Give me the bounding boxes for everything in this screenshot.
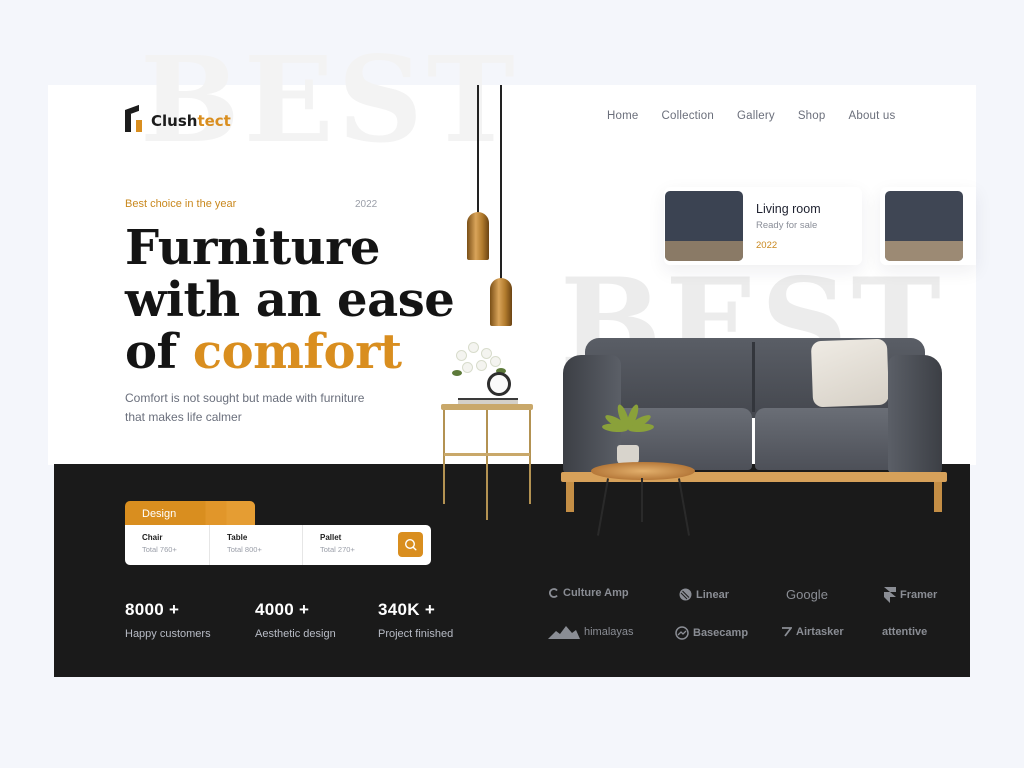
category-chair[interactable]: Chair Total 760+ (125, 525, 210, 565)
sofa-arm-right (888, 355, 942, 473)
tab-design[interactable]: Design (125, 501, 255, 527)
partner-name: himalayas (584, 626, 634, 638)
linear-icon (679, 588, 692, 601)
brand-name-main: Clush (151, 112, 198, 130)
logo-mark-icon (125, 104, 143, 132)
stat-aesthetic-design: 4000 + Aesthetic design (255, 600, 336, 640)
stat-label: Project finished (378, 628, 454, 640)
category-total: Total 270+ (320, 545, 355, 554)
lamp-cord-2 (500, 85, 502, 279)
sofa-leg (934, 482, 942, 512)
partner-basecamp: Basecamp (675, 626, 748, 640)
airtasker-icon (782, 627, 792, 637)
brand-logo[interactable]: Clushtect (125, 104, 231, 132)
stat-label: Happy customers (125, 628, 211, 640)
partner-himalayas: himalayas (548, 625, 634, 639)
nav-home[interactable]: Home (607, 110, 638, 122)
brand-name-accent: tect (197, 112, 231, 130)
sofa-seat-right (755, 408, 905, 470)
hero-subtitle: Comfort is not sought but made with furn… (125, 391, 365, 424)
category-title: Table (227, 533, 248, 542)
room-thumbnail[interactable] (665, 191, 743, 261)
hero-year: 2022 (355, 199, 378, 210)
stat-happy-customers: 8000 + Happy customers (125, 600, 211, 640)
partner-google: Google (786, 587, 828, 602)
lamp-cord-1 (477, 85, 479, 213)
stat-value: 8000 + (125, 600, 180, 619)
sofa-divider (752, 342, 755, 412)
dark-band (54, 464, 970, 677)
room-year: 2022 (756, 240, 778, 251)
side-table-leg (443, 410, 445, 504)
room-thumbnail-2[interactable] (885, 191, 963, 261)
category-total: Total 760+ (142, 545, 177, 554)
side-table-leg (486, 410, 488, 520)
nav-collection[interactable]: Collection (661, 110, 714, 122)
sofa-pillow (810, 338, 890, 408)
stat-value: 340K + (378, 600, 436, 619)
headline-line-3: of comfort (125, 326, 454, 378)
pendant-lamp-2 (490, 278, 512, 326)
hero-tagline: Best choice in the year (125, 198, 237, 210)
partner-framer: Framer (884, 587, 937, 603)
category-title: Chair (142, 533, 163, 542)
partner-name: Google (786, 587, 828, 602)
partner-name: Airtasker (796, 626, 844, 638)
pendant-lamp-1 (467, 212, 489, 260)
headline-line-2: with an ease (125, 272, 455, 328)
partner-name: attentive (882, 626, 928, 638)
category-pallet[interactable]: Pallet Total 270+ (303, 525, 393, 565)
framer-icon (884, 587, 896, 603)
room-title: Living room (756, 202, 821, 216)
sofa-leg (566, 482, 574, 512)
hero-headline: Furniture with an ease of comfort (125, 220, 455, 378)
clock-image (487, 372, 511, 396)
category-search-box: Chair Total 760+ Table Total 800+ Pallet… (125, 525, 431, 565)
main-nav: Home Collection Gallery Shop About us (607, 110, 895, 122)
himalayas-icon (548, 626, 580, 639)
headline-accent-word: comfort (192, 324, 402, 380)
stat-project-finished: 340K + Project finished (378, 600, 453, 640)
partner-name: Basecamp (693, 627, 749, 639)
headline-line-1: Furniture (125, 220, 380, 276)
headline-line-3-main: of (125, 324, 193, 380)
category-table[interactable]: Table Total 800+ (210, 525, 303, 565)
partner-linear: Linear (679, 588, 729, 601)
search-button[interactable] (398, 532, 423, 557)
background-word-top: BEST (140, 30, 519, 169)
culture-amp-icon (549, 588, 558, 598)
partner-name: Framer (900, 589, 938, 601)
basecamp-icon (675, 626, 689, 640)
coffee-table-leg (641, 478, 643, 522)
brand-name: Clushtect (151, 112, 231, 130)
nav-gallery[interactable]: Gallery (737, 110, 775, 122)
side-table-shelf (444, 453, 530, 456)
category-title: Pallet (320, 533, 342, 542)
nav-shop[interactable]: Shop (798, 110, 826, 122)
stat-label: Aesthetic design (255, 628, 336, 640)
partner-culture-amp: Culture Amp (549, 587, 629, 599)
side-table-leg (529, 410, 531, 504)
partner-name: Linear (696, 588, 730, 601)
partner-attentive: attentive (882, 626, 927, 638)
search-icon (404, 538, 417, 551)
category-total: Total 800+ (227, 545, 262, 554)
stat-value: 4000 + (255, 600, 310, 619)
partner-airtasker: Airtasker (782, 626, 844, 638)
partner-name: Culture Amp (563, 587, 629, 599)
nav-about[interactable]: About us (848, 110, 895, 122)
room-subtitle: Ready for sale (756, 220, 818, 231)
